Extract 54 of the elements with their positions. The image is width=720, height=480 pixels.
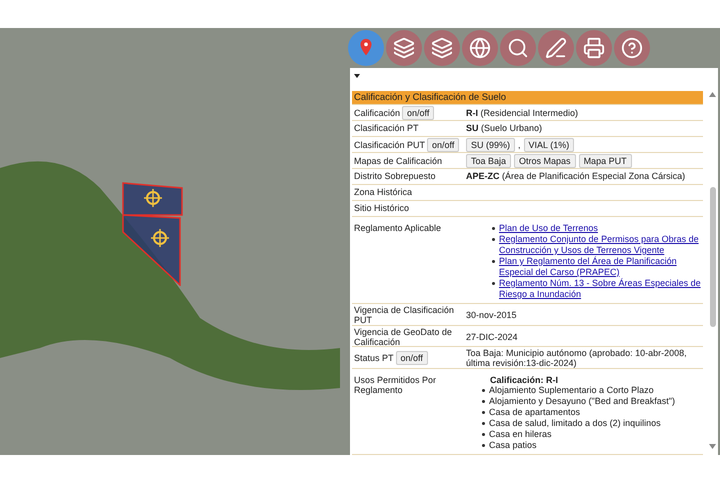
permitted-use: Casa de salud, limitado a dos (2) inquilinos — [489, 418, 661, 429]
field-label: Clasificación PT — [354, 123, 419, 134]
crosshair-icon — [144, 189, 162, 207]
field-label: Zona Histórica — [354, 187, 412, 198]
crosshair-icon — [151, 229, 169, 247]
field-label: Clasificación PUT — [354, 140, 426, 150]
bullet-icon — [482, 400, 485, 403]
field-label: Usos Permitidos Por Reglamento — [354, 374, 438, 395]
scroll-up-arrow-icon[interactable] — [709, 92, 716, 97]
list-heading: Calificación: R-I — [489, 374, 560, 385]
field-label: Reglamento Aplicable — [354, 222, 442, 233]
toggle-button[interactable]: on/off — [396, 351, 428, 366]
regulation-link[interactable]: Plan y Reglamento del Área de Planificación Especial del Carso (PRAPEC) — [499, 256, 701, 278]
field-label: Mapas de Calificación — [354, 156, 442, 166]
field-value: SU (Suelo Urbano) — [466, 123, 542, 134]
bullet-icon — [492, 260, 495, 263]
field-label: Sitio Histórico — [354, 203, 410, 214]
field-value: Toa Baja: Municipio autónomo (aprobado: 10-abr-2008, última revisión:13-dic-2024) — [466, 348, 688, 368]
map-button[interactable]: Otros Mapas — [514, 154, 576, 168]
map-button[interactable]: VIAL (1%) — [524, 138, 574, 152]
field-label: Vigencia de GeoDato de Calificación — [354, 326, 453, 347]
regulation-link[interactable]: Reglamento Núm. 13 - Sobre Áreas Especiales de Riesgo a Inundación — [499, 278, 701, 300]
toggle-button[interactable]: on/off — [402, 106, 434, 120]
field-label: Distrito Sobrepuesto — [354, 171, 436, 182]
separator-text: , — [518, 140, 521, 150]
bullet-icon — [482, 444, 485, 447]
bullet-icon — [492, 238, 495, 241]
field-value: R-I (Residencial Intermedio) — [466, 108, 578, 118]
bullet-icon — [492, 226, 495, 230]
map-button[interactable]: Mapa PUT — [578, 154, 632, 168]
bullet-icon — [482, 410, 485, 414]
permitted-use: Casa patios — [489, 440, 537, 451]
permitted-use: Alojamiento Suplementario a Corto Plazo — [489, 384, 654, 396]
map-button[interactable]: Toa Baja — [466, 154, 512, 168]
field-label: Calificación — [354, 108, 400, 118]
field-value: 30-nov-2015 — [466, 310, 517, 320]
caret-icon[interactable] — [354, 74, 360, 78]
bullet-icon — [492, 282, 495, 285]
bullet-icon — [482, 422, 485, 425]
map-button[interactable]: SU (99%) — [466, 138, 516, 152]
permitted-use: Casa de apartamentos — [489, 406, 580, 418]
field-label: Status PT — [354, 353, 394, 364]
regulation-link[interactable]: Reglamento Conjunto de Permisos para Obras de Construcción y Usos de Terrenos Vigente — [499, 234, 701, 256]
scroll-down-arrow-icon[interactable] — [709, 444, 716, 449]
field-value: APE-ZC (Área de Planificación Especial Zona Cársica) — [466, 171, 686, 182]
bullet-icon — [482, 388, 485, 392]
permitted-use: Casa en hileras — [489, 428, 552, 440]
field-value: 27-DIC-2024 — [466, 332, 518, 342]
bullet-icon — [482, 432, 485, 436]
permitted-use: Alojamiento y Desayuno ("Bed and Breakfast") — [489, 396, 675, 407]
field-label: Vigencia de Clasificación PUT — [354, 304, 455, 325]
regulation-link[interactable]: Plan de Uso de Terrenos — [499, 222, 598, 234]
section-header: Calificación y Clasificación de Suelo — [352, 90, 703, 105]
toggle-button[interactable]: on/off — [427, 138, 460, 152]
